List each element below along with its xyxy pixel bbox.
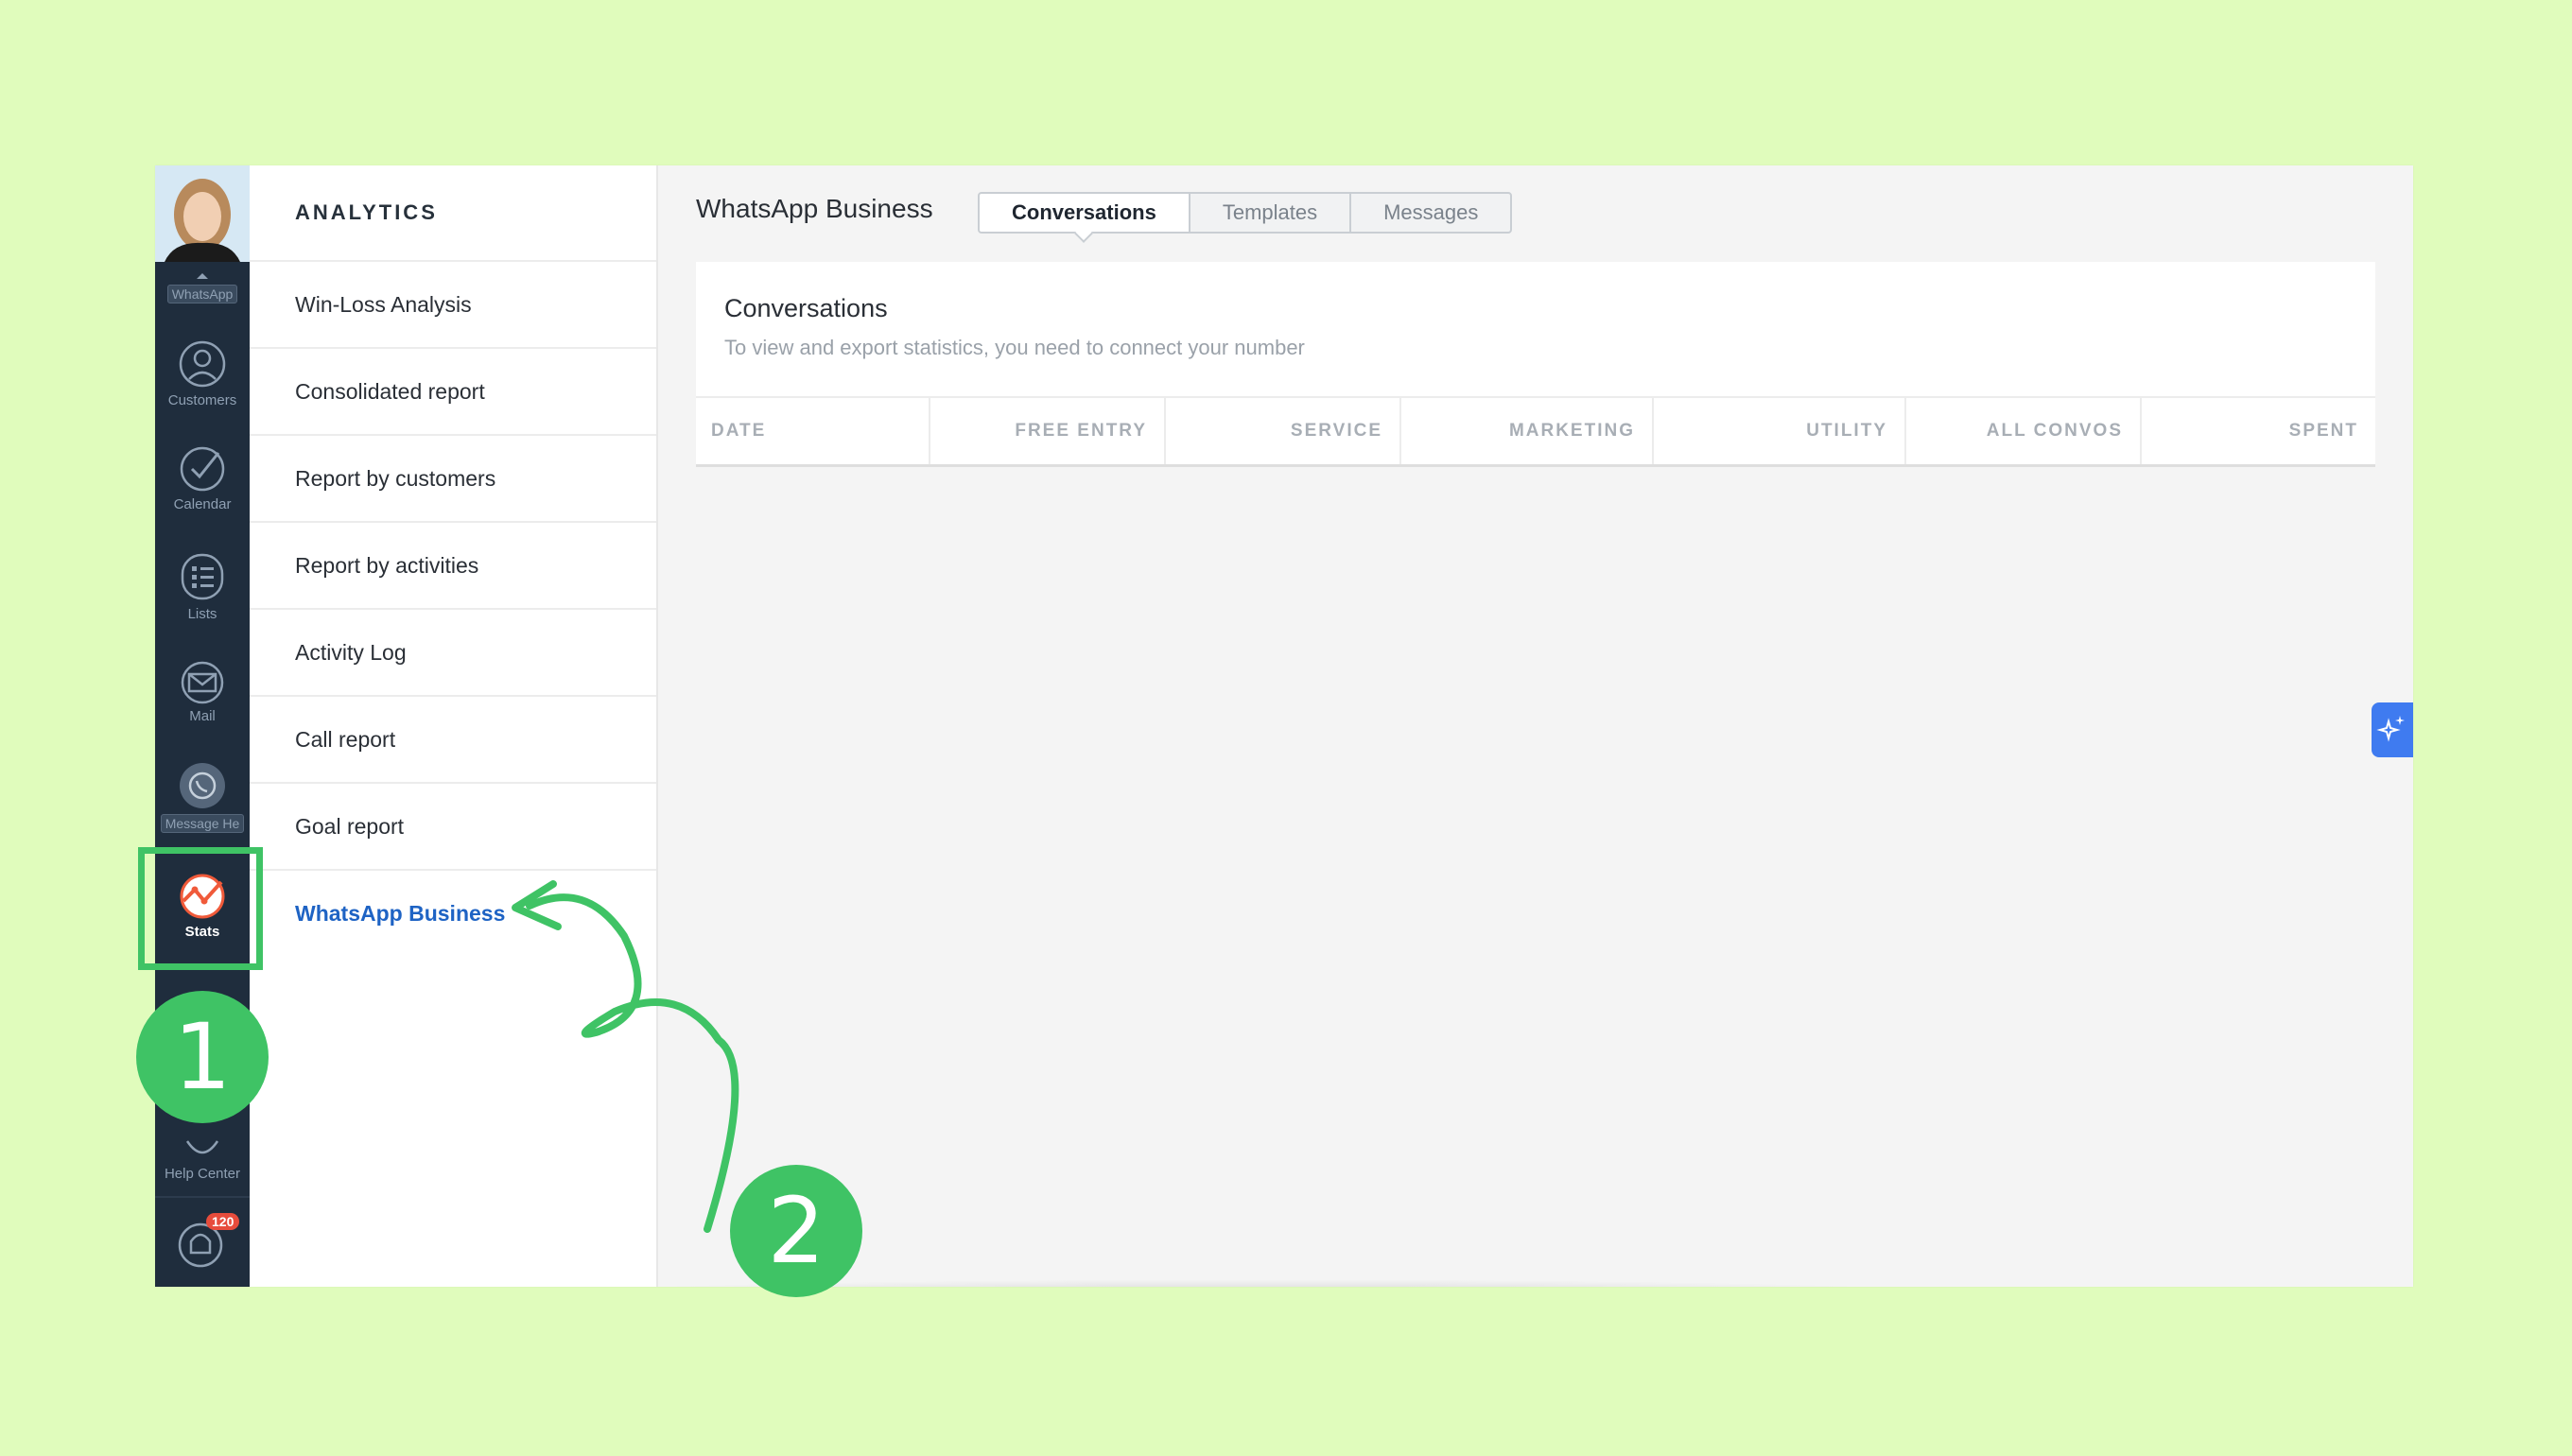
step-2-badge: 2 — [730, 1165, 862, 1297]
annotation-arrow — [512, 880, 739, 1233]
step-1-badge: 1 — [136, 991, 269, 1123]
